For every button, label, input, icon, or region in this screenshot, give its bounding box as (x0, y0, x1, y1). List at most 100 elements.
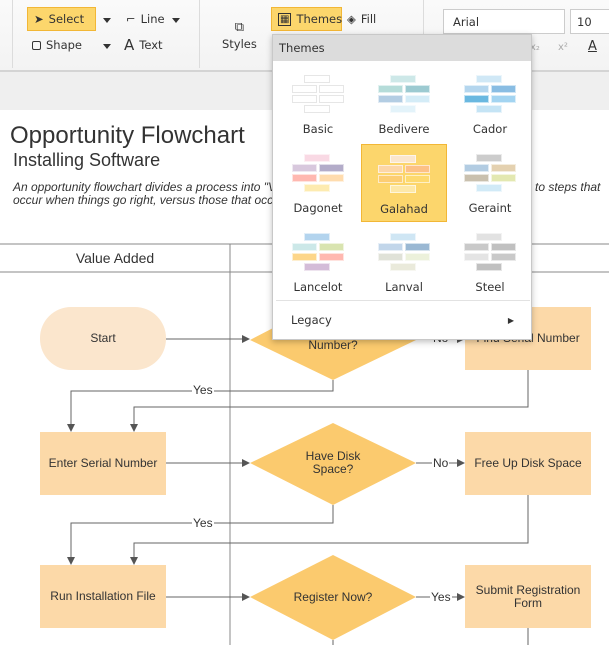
yes-label: Yes (192, 516, 214, 530)
swatch-block (476, 233, 502, 241)
themes-dropdown: Themes Basic Bedivere Cador Dagonet Galahad G… (272, 34, 532, 340)
swatch-block (405, 95, 430, 103)
theme-galahad[interactable]: Galahad (361, 144, 447, 222)
swatch-block (319, 95, 344, 103)
swatch-block (476, 105, 502, 113)
swatch-block (464, 164, 489, 172)
divider (12, 0, 13, 68)
swatch-block (405, 85, 430, 93)
swatch-block (304, 105, 330, 113)
line-dropdown-caret[interactable] (172, 18, 180, 23)
swatch-block (319, 164, 344, 172)
submit-reg-label[interactable]: Submit Registration Form (470, 565, 586, 628)
swatch-block (292, 95, 317, 103)
shape-dropdown-caret[interactable] (103, 44, 111, 49)
theme-dagonet[interactable]: Dagonet (275, 144, 361, 222)
legacy-menu-item[interactable]: Legacy ▶ (273, 305, 531, 335)
enter-serial-label[interactable]: Enter Serial Number (40, 432, 166, 495)
theme-swatch-icon (464, 233, 516, 273)
theme-label: Steel (475, 280, 505, 294)
theme-swatch-icon (464, 75, 516, 115)
divider (276, 300, 530, 301)
decision-3-label[interactable]: Register Now? (270, 584, 396, 610)
swatch-block (390, 233, 416, 241)
swatch-block (405, 175, 430, 183)
swatch-block (378, 165, 403, 173)
swatch-block (476, 154, 502, 162)
swatch-block (304, 184, 330, 192)
themes-dropdown-header: Themes (273, 35, 531, 61)
swatch-block (319, 253, 344, 261)
swatch-block (464, 243, 489, 251)
run-install-label[interactable]: Run Installation File (40, 565, 166, 628)
swatch-block (476, 184, 502, 192)
theme-label: Lancelot (293, 280, 343, 294)
font-size-input[interactable]: 10 (570, 9, 609, 34)
connector (130, 370, 529, 432)
square-icon (32, 40, 41, 50)
font-color-button[interactable]: A (588, 39, 597, 54)
start-label[interactable]: Start (40, 307, 166, 370)
theme-geraint[interactable]: Geraint (447, 144, 533, 222)
select-button[interactable]: ➤ Select (27, 7, 96, 31)
swatch-block (390, 105, 416, 113)
swatch-block (405, 165, 430, 173)
swatch-block (491, 85, 516, 93)
swatch-block (304, 75, 330, 83)
decision-2-label[interactable]: Have Disk Space? (293, 445, 373, 481)
yes-label: Yes (192, 383, 214, 397)
swatch-block (378, 253, 403, 261)
theme-bedivere[interactable]: Bedivere (361, 65, 447, 143)
theme-swatch-icon (292, 154, 344, 194)
superscript-button[interactable]: x² (558, 42, 568, 53)
swatch-block (464, 85, 489, 93)
swatch-block (292, 253, 317, 261)
themes-button[interactable]: ▦ Themes (271, 7, 342, 31)
lane-value-added: Value Added (75, 250, 155, 266)
theme-swatch-icon (292, 75, 344, 115)
fill-icon: ◈ (347, 12, 356, 26)
theme-cador[interactable]: Cador (447, 65, 533, 143)
swatch-block (491, 253, 516, 261)
theme-label: Galahad (380, 202, 428, 216)
swatch-block (319, 174, 344, 182)
swatch-block (319, 85, 344, 93)
swatch-block (378, 243, 403, 251)
swatch-block (405, 243, 430, 251)
no-label: No (432, 456, 450, 470)
swatch-block (378, 175, 403, 183)
font-family-select[interactable]: Arial (443, 9, 565, 34)
theme-basic[interactable]: Basic (275, 65, 361, 143)
theme-steel[interactable]: Steel (447, 223, 533, 301)
divider (199, 0, 200, 68)
theme-label: Basic (302, 122, 334, 136)
swatch-block (292, 243, 317, 251)
swatch-block (304, 233, 330, 241)
swatch-block (304, 263, 330, 271)
text-button[interactable]: A Text (124, 36, 163, 54)
styles-button[interactable]: ⧉ Styles (222, 20, 257, 51)
theme-label: Geraint (468, 201, 512, 215)
swatch-block (476, 263, 502, 271)
select-dropdown-caret[interactable] (103, 18, 111, 23)
swatch-block (390, 155, 416, 163)
theme-label: Cador (472, 122, 508, 136)
line-button[interactable]: ⌐ Line (126, 12, 165, 26)
shape-button[interactable]: Shape (32, 38, 82, 52)
swatch-block (464, 174, 489, 182)
chevron-right-icon: ▶ (507, 315, 514, 325)
free-disk-label[interactable]: Free Up Disk Space (465, 432, 591, 495)
theme-label: Bedivere (378, 122, 430, 136)
swatch-block (405, 253, 430, 261)
connector (67, 505, 334, 565)
swatch-block (378, 95, 403, 103)
yes-label: Yes (430, 590, 452, 604)
swatch-block (464, 95, 489, 103)
theme-lancelot[interactable]: Lancelot (275, 223, 361, 301)
swatch-block (491, 95, 516, 103)
theme-lanval[interactable]: Lanval (361, 223, 447, 301)
fill-button[interactable]: ◈ Fill (347, 12, 376, 26)
swatch-block (319, 243, 344, 251)
swatch-block (390, 263, 416, 271)
swatch-block (292, 174, 317, 182)
